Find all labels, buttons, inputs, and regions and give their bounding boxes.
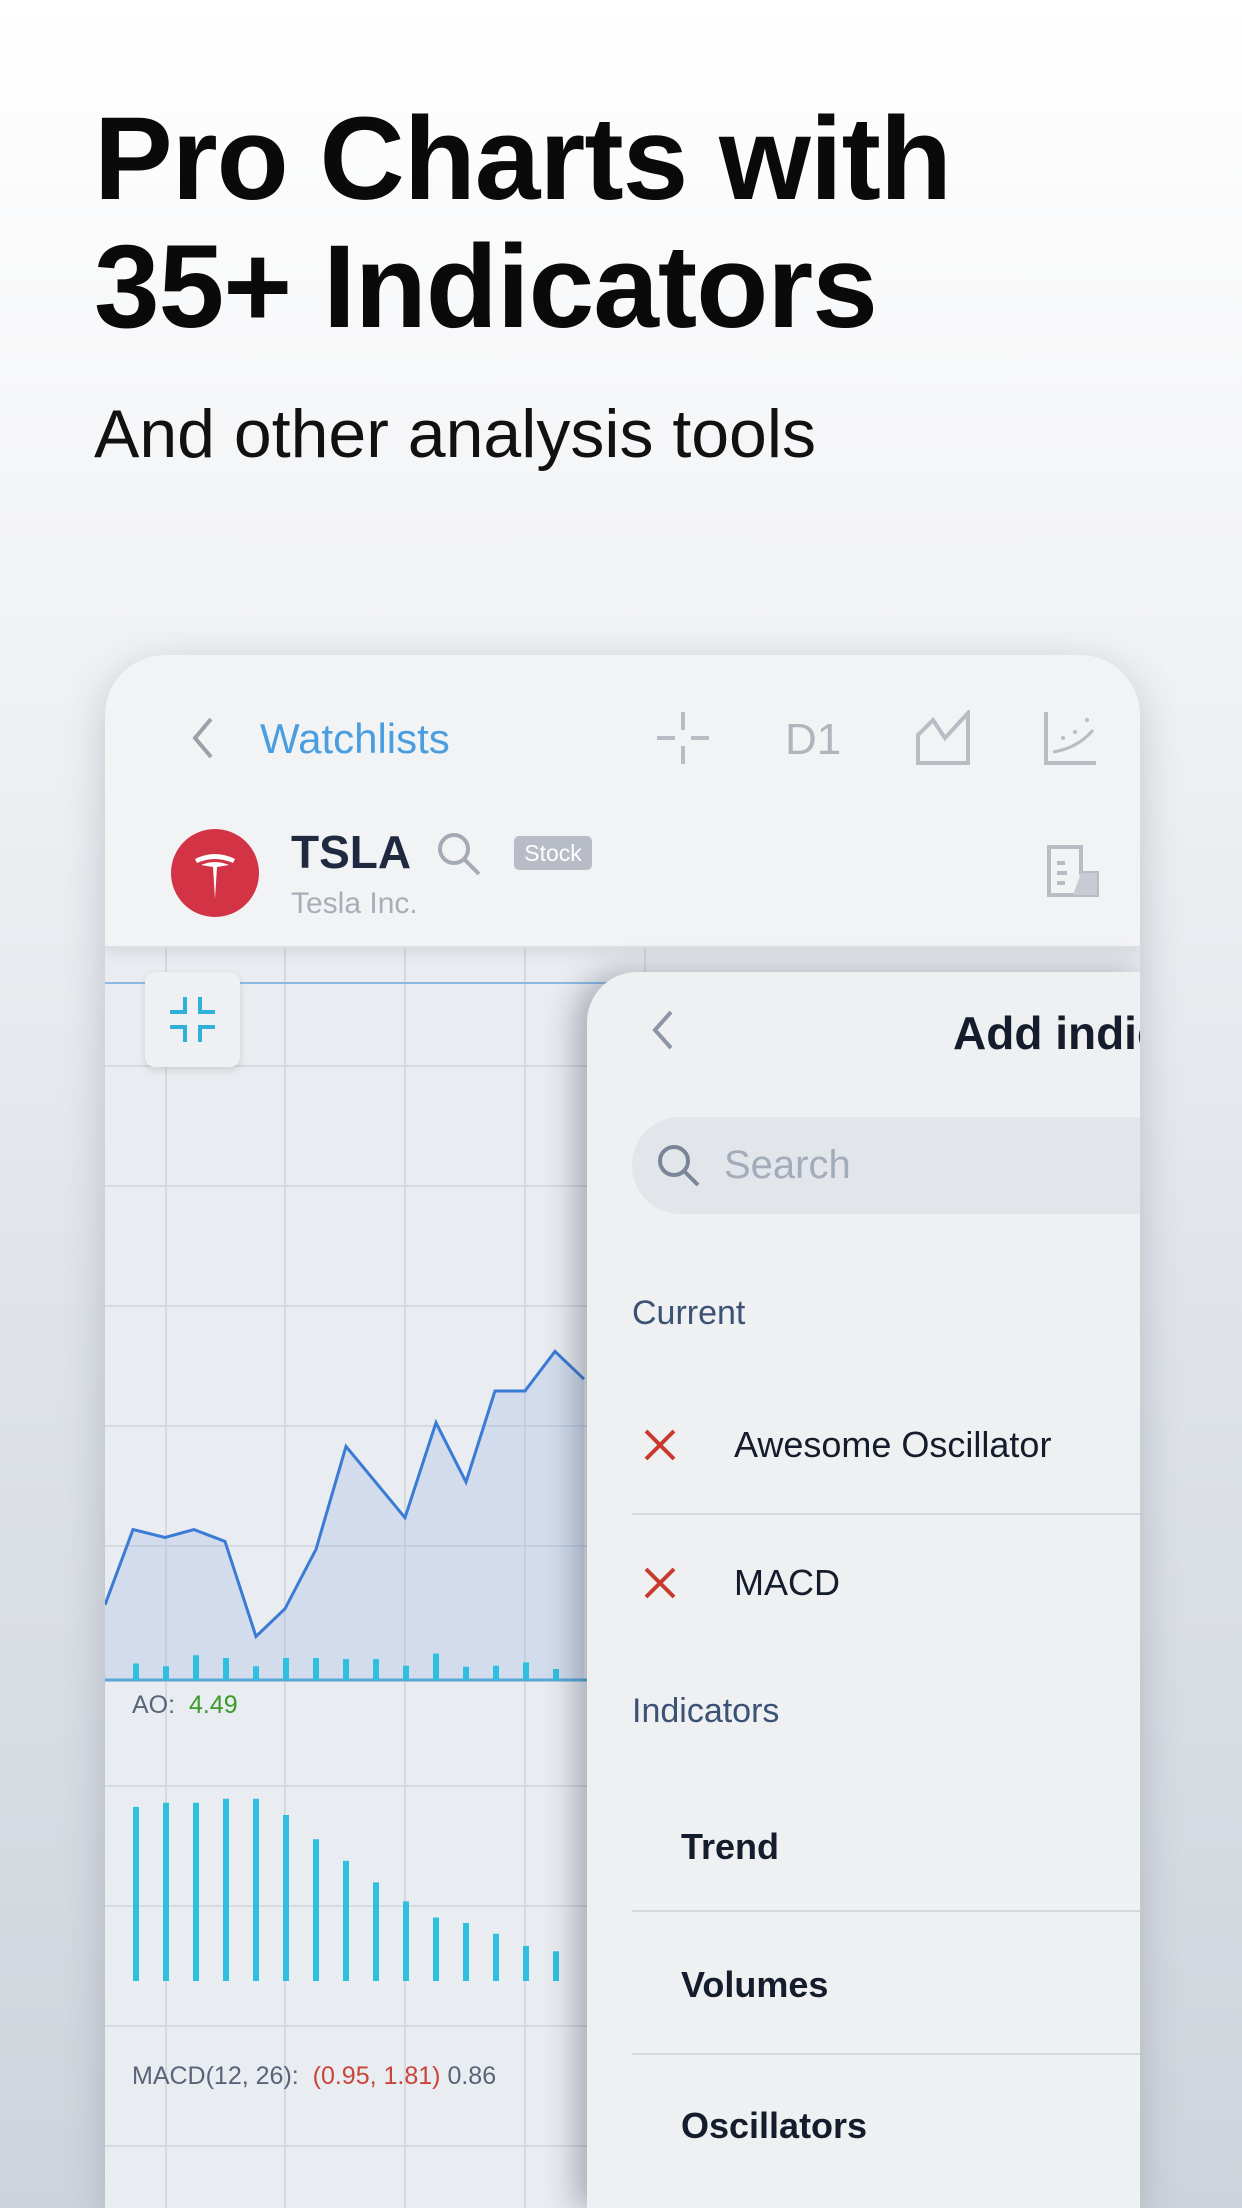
ao-value: 4.49 — [188, 1691, 238, 1719]
category-row-trend[interactable]: Trend — [587, 1782, 1140, 1910]
current-heading: Current — [632, 1294, 746, 1332]
indicators-heading: Indicators — [632, 1692, 780, 1730]
category-row-oscillators[interactable]: Oscillators — [587, 2055, 1140, 2195]
chart-header: Watchlists D1 TSLA Stock Tesla Inc. — [105, 655, 1140, 948]
ao-bar — [343, 1659, 349, 1680]
promo-subtitle: And other analysis tools — [94, 396, 816, 472]
ao-bar — [463, 1666, 469, 1680]
search-placeholder: Search — [724, 1143, 851, 1187]
ao-bar — [433, 1653, 439, 1680]
category-row-volumes[interactable]: Volumes — [587, 1912, 1140, 2052]
remove-x-icon[interactable] — [642, 1427, 678, 1463]
price-area — [105, 1351, 584, 1680]
macd-label: MACD(12, 26): (0.95, 1.81) 0.86 — [132, 2062, 496, 2091]
macd-bar — [253, 1798, 259, 1981]
crosshair-icon[interactable] — [655, 710, 711, 766]
search-icon — [658, 1145, 700, 1187]
macd-bar — [433, 1917, 439, 1981]
company-name: Tesla Inc. — [291, 887, 418, 920]
chevron-left-icon[interactable] — [647, 1008, 677, 1052]
ao-bar — [163, 1666, 169, 1680]
document-icon[interactable] — [1045, 843, 1101, 899]
category-label: Volumes — [681, 1964, 829, 2005]
macd-bar — [283, 1814, 289, 1981]
macd-bar — [463, 1922, 469, 1981]
macd-bar — [163, 1802, 169, 1981]
macd-bar — [343, 1860, 349, 1981]
macd-bar — [553, 1951, 559, 1981]
ao-bar — [223, 1658, 229, 1680]
macd-name: MACD(12, 26): — [132, 2062, 299, 2090]
panel-title: Add indic — [953, 1007, 1140, 1059]
add-indicator-panel: Add indic Search Current Awesome Oscilla… — [587, 972, 1140, 2208]
tesla-logo — [171, 829, 259, 917]
current-indicator-label: Awesome Oscillator — [734, 1424, 1052, 1465]
category-label: Oscillators — [681, 2105, 868, 2146]
ao-bar — [373, 1659, 379, 1680]
macd-bar — [313, 1839, 319, 1981]
ao-bar — [313, 1658, 319, 1680]
ao-bar — [493, 1665, 499, 1680]
macd-bar — [403, 1901, 409, 1981]
ao-bar — [193, 1655, 199, 1680]
indicators-icon[interactable] — [1043, 710, 1099, 766]
current-indicator-label: MACD — [734, 1562, 840, 1603]
ao-bar — [403, 1665, 409, 1680]
current-indicator-row[interactable]: Awesome Oscillator — [587, 1377, 1140, 1512]
ao-bar — [283, 1658, 289, 1680]
macd-bar — [193, 1802, 199, 1981]
ao-label: AO: 4.49 — [132, 1691, 238, 1720]
collapse-icon — [170, 997, 215, 1042]
fullscreen-exit-button[interactable] — [145, 972, 240, 1067]
current-indicator-row[interactable]: MACD — [587, 1515, 1140, 1650]
asset-type-badge: Stock — [514, 836, 592, 870]
macd-values: (0.95, 1.81) — [312, 2062, 441, 2090]
remove-x-icon[interactable] — [642, 1565, 678, 1601]
macd-bar — [493, 1933, 499, 1981]
macd-bar — [523, 1945, 529, 1981]
timeframe-button[interactable]: D1 — [785, 715, 841, 765]
promo-title-line1: Pro Charts with — [94, 93, 952, 225]
search-icon[interactable] — [435, 830, 483, 878]
ao-name: AO: — [132, 1691, 176, 1719]
ao-bar — [553, 1669, 559, 1680]
back-to-watchlists-link[interactable]: Watchlists — [260, 715, 450, 763]
category-label: Trend — [681, 1826, 780, 1867]
promo-title-line2: 35+ Indicators — [94, 221, 878, 353]
macd-bar — [133, 1806, 139, 1981]
ao-bar — [133, 1663, 139, 1680]
macd-bar — [223, 1798, 229, 1981]
ao-bar — [253, 1666, 259, 1680]
symbol-ticker: TSLA — [291, 826, 412, 878]
phone-screen: Watchlists D1 TSLA Stock Tesla Inc. AO: … — [105, 655, 1140, 2208]
macd-histogram-value: 0.86 — [447, 2062, 497, 2090]
indicator-search-input[interactable]: Search — [632, 1117, 1140, 1214]
chart-type-icon[interactable] — [915, 710, 971, 766]
macd-bar — [373, 1882, 379, 1981]
ao-bar — [523, 1662, 529, 1680]
chevron-left-icon[interactable] — [187, 713, 217, 763]
